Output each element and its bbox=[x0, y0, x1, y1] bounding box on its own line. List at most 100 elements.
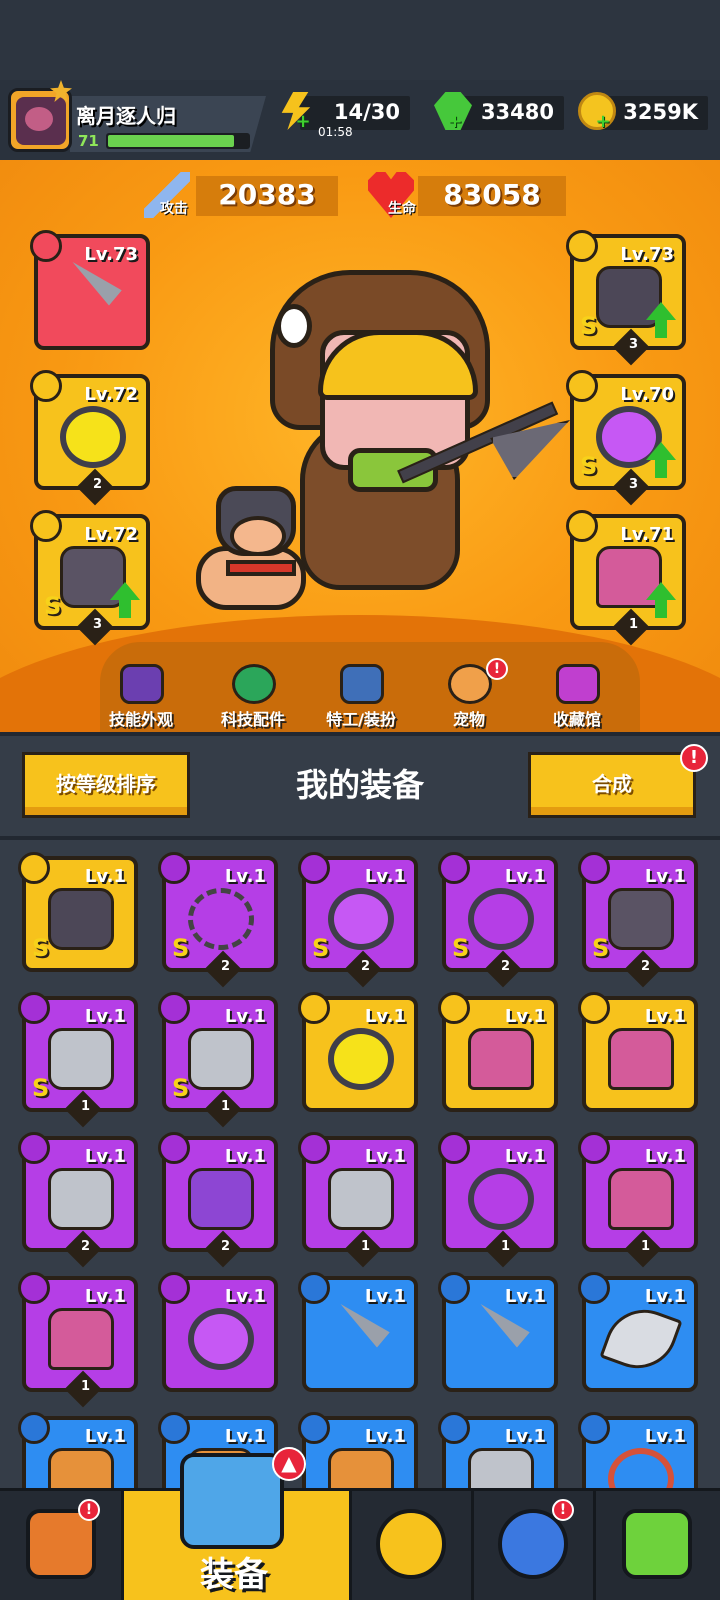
equipment-slot[interactable]: Lv.70 S 3 bbox=[566, 370, 686, 506]
pets-notification-badge: ! bbox=[486, 658, 508, 680]
dog-scarf bbox=[226, 560, 296, 576]
nav-events[interactable]: ! bbox=[474, 1491, 596, 1600]
rank-badge: S bbox=[172, 1074, 190, 1102]
equipment-slot[interactable]: Lv.1 1 bbox=[438, 1132, 558, 1268]
menu-collection[interactable]: 收藏馆 bbox=[532, 664, 622, 730]
item-level: Lv.1 bbox=[84, 1286, 126, 1307]
menu-pets[interactable]: 宠物 ! bbox=[424, 658, 514, 730]
equipment-slot[interactable]: Lv.1 S 2 bbox=[298, 852, 418, 988]
menu-agent-outfit[interactable]: 特工/装扮 bbox=[316, 664, 406, 730]
chip-icon bbox=[232, 664, 276, 704]
star-count-badge: 2 bbox=[344, 950, 382, 988]
xp-bar bbox=[106, 133, 250, 149]
equipment-slot[interactable]: Lv.1 S 2 bbox=[438, 852, 558, 988]
item-icon bbox=[188, 888, 254, 950]
equipment-slot[interactable]: Lv.1 bbox=[438, 1272, 558, 1392]
slot-type-icon bbox=[438, 1132, 470, 1164]
item-icon bbox=[328, 1168, 394, 1230]
equipment-slot[interactable]: Lv.1 bbox=[578, 1272, 698, 1392]
item-level: Lv.1 bbox=[644, 1006, 686, 1027]
top-hat-icon bbox=[120, 664, 164, 704]
nav-equipment[interactable]: ▲ 装备 bbox=[124, 1447, 352, 1600]
star-count-badge: 2 bbox=[204, 950, 242, 988]
equipment-slot[interactable]: Lv.1 bbox=[578, 1412, 698, 1488]
equipment-slot[interactable]: Lv.1 bbox=[438, 1412, 558, 1488]
item-level: Lv.1 bbox=[364, 1286, 406, 1307]
item-level: Lv.1 bbox=[84, 1006, 126, 1027]
attack-value: 20383 bbox=[218, 178, 316, 211]
attack-stat: 20383 bbox=[196, 176, 338, 216]
equipment-slot[interactable]: Lv.72 2 bbox=[30, 370, 150, 506]
slot-type-icon bbox=[18, 1132, 50, 1164]
slot-type-icon bbox=[566, 370, 598, 402]
star-count: 2 bbox=[640, 959, 650, 975]
gems-value: 33480 bbox=[480, 100, 554, 124]
equipment-slot[interactable]: Lv.1 S bbox=[18, 852, 138, 972]
dna-capsule-icon bbox=[622, 1509, 692, 1579]
equipment-slot[interactable]: Lv.72 S 3 bbox=[30, 510, 150, 646]
attack-label: 攻击 bbox=[160, 201, 188, 217]
coins-value: 3259K bbox=[623, 100, 698, 124]
rank-badge: S bbox=[32, 934, 50, 962]
equipment-slot[interactable]: Lv.1 1 bbox=[298, 1132, 418, 1268]
equipment-slot[interactable]: Lv.1 bbox=[298, 992, 418, 1112]
equipment-slot[interactable]: Lv.1 bbox=[578, 992, 698, 1112]
slot-type-icon bbox=[298, 992, 330, 1024]
star-count: 2 bbox=[220, 1239, 230, 1255]
star-swords-icon bbox=[376, 1509, 446, 1579]
item-level: Lv.1 bbox=[504, 1426, 546, 1447]
menu-skill-skins[interactable]: 技能外观 bbox=[96, 664, 186, 730]
item-icon bbox=[48, 888, 114, 950]
add-energy-icon[interactable]: + bbox=[294, 113, 312, 132]
coins-counter: 3259K bbox=[600, 96, 708, 130]
item-level: Lv.73 bbox=[84, 244, 138, 265]
equipment-slot[interactable]: Lv.1 bbox=[18, 1412, 138, 1488]
star-count-badge: 2 bbox=[484, 950, 522, 988]
item-icon bbox=[608, 1168, 674, 1230]
equipment-slot[interactable]: Lv.1 2 bbox=[18, 1132, 138, 1268]
equipment-slot[interactable]: Lv.73 S 3 bbox=[566, 230, 686, 366]
menu-label: 科技配件 bbox=[220, 710, 285, 729]
equipment-slot[interactable]: Lv.1 bbox=[298, 1272, 418, 1392]
slot-type-icon bbox=[158, 1272, 190, 1304]
nav-battle[interactable] bbox=[352, 1491, 474, 1600]
rank-badge: S bbox=[32, 1074, 50, 1102]
item-icon bbox=[468, 1028, 534, 1090]
slot-type-icon bbox=[566, 510, 598, 542]
equipment-slot[interactable]: Lv.73 bbox=[30, 230, 150, 350]
menu-tech-parts[interactable]: 科技配件 bbox=[208, 664, 298, 730]
slot-type-icon bbox=[438, 992, 470, 1024]
equipment-slot[interactable]: Lv.1 1 bbox=[18, 1272, 138, 1408]
slot-type-icon bbox=[158, 852, 190, 884]
equipment-slot[interactable]: Lv.1 bbox=[158, 1272, 278, 1392]
slot-type-icon bbox=[18, 852, 50, 884]
equipment-slot[interactable]: Lv.1 S 2 bbox=[578, 852, 698, 988]
equipment-slot[interactable]: Lv.1 S 2 bbox=[158, 852, 278, 988]
energy-value: 14/30 bbox=[333, 100, 400, 124]
equipment-slot[interactable]: Lv.1 2 bbox=[158, 1132, 278, 1268]
slot-type-icon bbox=[18, 1272, 50, 1304]
equipment-slot[interactable]: Lv.71 1 bbox=[566, 510, 686, 646]
equipment-slot[interactable]: Lv.1 bbox=[438, 992, 558, 1112]
avatar-face bbox=[25, 107, 53, 131]
slot-type-icon bbox=[578, 992, 610, 1024]
slot-type-icon bbox=[578, 852, 610, 884]
add-coins-icon[interactable]: + bbox=[594, 113, 612, 132]
equipment-slot[interactable]: Lv.1 S 1 bbox=[18, 992, 138, 1128]
star-count-badge: 2 bbox=[64, 1230, 102, 1268]
equipment-slot[interactable]: Lv.1 1 bbox=[578, 1132, 698, 1268]
nav-evolution[interactable] bbox=[596, 1491, 720, 1600]
item-level: Lv.1 bbox=[364, 1426, 406, 1447]
sort-by-level-button[interactable]: 按等级排序 bbox=[22, 752, 190, 818]
equipment-slot[interactable]: Lv.1 bbox=[298, 1412, 418, 1488]
pet-dog bbox=[196, 476, 312, 616]
add-gems-icon[interactable]: + bbox=[446, 113, 464, 132]
slot-type-icon bbox=[438, 1272, 470, 1304]
item-icon bbox=[468, 1448, 534, 1488]
merge-button[interactable]: 合成 bbox=[528, 752, 696, 818]
item-icon bbox=[60, 266, 126, 328]
nav-shop[interactable]: ! bbox=[0, 1491, 124, 1600]
star-count: 3 bbox=[628, 477, 638, 493]
slot-type-icon bbox=[30, 370, 62, 402]
equipment-slot[interactable]: Lv.1 S 1 bbox=[158, 992, 278, 1128]
